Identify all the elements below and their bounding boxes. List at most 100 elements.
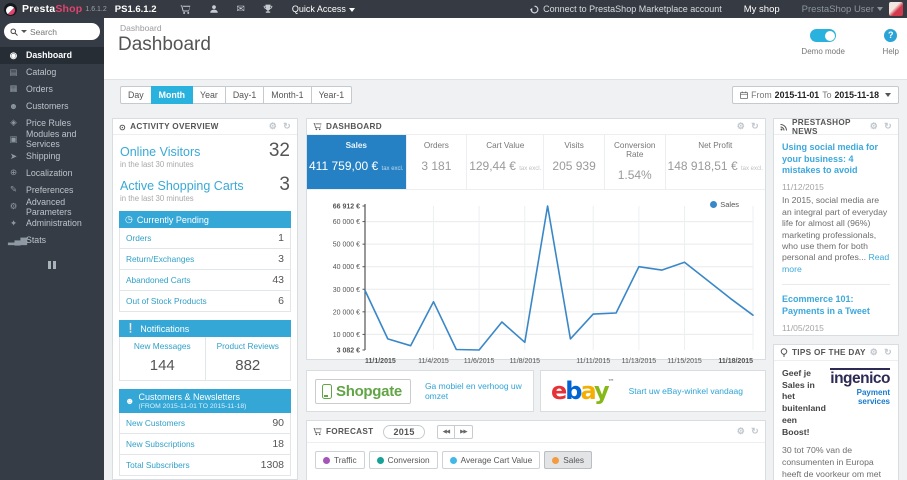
panel-refresh-icon[interactable]: ↻	[884, 347, 892, 358]
date-range-tabs: Day Month Year Day-1 Month-1 Year-1	[120, 86, 353, 104]
forecast-legend-sales[interactable]: Sales	[544, 451, 592, 469]
currently-pending-header: ◷ Currently Pending	[119, 211, 291, 228]
panel-settings-gear-icon[interactable]: ⚙	[870, 347, 878, 358]
currently-pending-table: Orders 1 Return/Exchanges 3 Abandoned Cart…	[119, 228, 291, 312]
tab-day[interactable]: Day	[120, 86, 152, 104]
tab-year[interactable]: Year	[192, 86, 226, 104]
forecast-prev-button[interactable]: ◀◀	[436, 424, 456, 439]
date-to: 2015-11-18	[834, 90, 879, 100]
user-menu[interactable]: PrestaShop User	[802, 4, 883, 15]
panel-settings-gear-icon[interactable]: ⚙	[269, 121, 277, 132]
forecast-year-pill[interactable]: 2015	[383, 424, 425, 439]
table-row: Orders 1	[120, 228, 290, 249]
svg-text:11/4/2015: 11/4/2015	[418, 358, 449, 365]
online-visitors-label[interactable]: Online Visitors	[120, 145, 200, 159]
sidebar-item-customers[interactable]: ☻ Customers	[0, 97, 104, 114]
quick-access-menu[interactable]: Quick Access	[292, 4, 355, 14]
out-of-stock-link[interactable]: Out of Stock Products	[126, 296, 207, 306]
preferences-icon: ✎	[9, 184, 18, 195]
news-article-date: 11/12/2015	[782, 182, 824, 193]
kpi-conversion-rate[interactable]: Conversion Rate 1.54%	[605, 135, 666, 189]
product-reviews-link[interactable]: Product Reviews	[208, 341, 289, 351]
forecast-legend-conversion[interactable]: Conversion	[368, 451, 438, 469]
sidebar-item-catalog[interactable]: ▤ Catalog	[0, 64, 104, 81]
chart-legend[interactable]: Sales	[710, 200, 739, 209]
mail-icon[interactable]: ✉	[237, 4, 245, 15]
panel-settings-gear-icon[interactable]: ⚙	[737, 426, 745, 437]
shipping-icon: ➤	[9, 150, 18, 161]
shopgate-ad-link[interactable]: Ga mobiel en verhoog uw omzet	[425, 381, 533, 401]
localization-icon: ⊕	[9, 167, 18, 178]
date-range-picker[interactable]: From 2015-11-01 To 2015-11-18	[732, 86, 899, 104]
sidebar-item-localization[interactable]: ⊕ Localization	[0, 165, 104, 182]
tab-day-1[interactable]: Day-1	[224, 86, 265, 104]
forecast-legend-average-cart-value[interactable]: Average Cart Value	[441, 451, 541, 469]
search-input[interactable]	[30, 26, 88, 37]
sidebar-item-modules[interactable]: ▣ Modules and Services	[0, 129, 104, 149]
prestashop-logo-icon[interactable]	[4, 2, 17, 16]
tab-month[interactable]: Month	[150, 86, 194, 104]
news-article-title[interactable]: Using social media for your business: 4 …	[782, 142, 890, 177]
new-subscriptions-link[interactable]: New Subscriptions	[126, 439, 195, 449]
trolley-icon	[313, 122, 322, 131]
tip-body: 30 tot 70% van de consumenten in Europa …	[782, 445, 881, 479]
sidebar-item-shipping[interactable]: ➤ Shipping	[0, 148, 104, 165]
tip-headline: Geef je Sales in het buitenland een Boos…	[782, 368, 826, 437]
product-reviews-cell: Product Reviews 882	[204, 337, 291, 380]
kpi-orders[interactable]: Orders 3 181	[407, 135, 468, 189]
chevron-down-icon	[877, 6, 883, 11]
total-subscribers-link[interactable]: Total Subscribers	[126, 460, 190, 470]
table-row: Abandoned Carts 43	[120, 270, 290, 291]
cart-icon[interactable]	[180, 4, 191, 15]
breadcrumb[interactable]: Dashboard	[120, 23, 162, 33]
pending-returns-link[interactable]: Return/Exchanges	[126, 254, 194, 264]
sidebar-item-dashboard[interactable]: ◉ Dashboard	[0, 47, 104, 64]
kpi-visits[interactable]: Visits 205 939	[544, 135, 605, 189]
tab-month-1[interactable]: Month-1	[263, 86, 312, 104]
ingenico-logo: ingenico Payment services	[830, 368, 890, 407]
ebay-ad-link[interactable]: Start uw eBay-winkel vandaag	[629, 386, 743, 396]
panel-refresh-icon[interactable]: ↻	[751, 426, 759, 437]
marketplace-connect-link[interactable]: Connect to PrestaShop Marketplace accoun…	[530, 4, 722, 14]
news-article: Ecommerce 101: Payments in a Tweet 11/05…	[782, 294, 890, 335]
kpi-cart-value[interactable]: Cart Value 129,44 € tax excl.	[467, 135, 545, 189]
trophy-icon[interactable]	[263, 4, 273, 14]
pending-orders-link[interactable]: Orders	[126, 233, 151, 243]
online-visitors: Online Visitors 32 in the last 30 minutes	[120, 140, 290, 169]
sidebar-item-advanced-parameters[interactable]: ⚙ Advanced Parameters	[0, 197, 104, 217]
search-scope-caret-icon[interactable]	[21, 30, 27, 33]
panel-refresh-icon[interactable]: ↻	[884, 121, 892, 132]
tab-year-1[interactable]: Year-1	[310, 86, 353, 104]
forecast-next-button[interactable]: ▶▶	[454, 424, 473, 439]
kpi-net-profit[interactable]: Net Profit 148 918,51 € tax excl.	[666, 135, 765, 189]
abandoned-carts-link[interactable]: Abandoned Carts	[126, 275, 191, 285]
demo-mode-toggle[interactable]	[810, 29, 837, 42]
average-cart-value-dot-icon	[449, 456, 457, 464]
avatar[interactable]	[889, 2, 903, 16]
phone-icon	[322, 383, 332, 399]
new-messages-link[interactable]: New Messages	[122, 341, 203, 351]
news-article-title[interactable]: Ecommerce 101: Payments in a Tweet	[782, 294, 890, 317]
version-small: 1.6.1.2	[85, 5, 107, 13]
sidebar-item-orders[interactable]: ▦ Orders	[0, 81, 104, 98]
sidebar: ◉Dashboard ▤Catalog ▦Orders ☻Customers ◈…	[0, 18, 104, 480]
active-shopping-carts: Active Shopping Carts 3 in the last 30 mi…	[120, 174, 290, 203]
administration-icon: ✦	[9, 217, 18, 228]
panel-title: ACTIVITY OVERVIEW	[130, 122, 219, 131]
catalog-icon: ▤	[9, 66, 18, 77]
panel-settings-gear-icon[interactable]: ⚙	[870, 121, 878, 132]
date-from: 2015-11-01	[774, 90, 820, 100]
new-customers-link[interactable]: New Customers	[126, 418, 185, 428]
panel-settings-gear-icon[interactable]: ⚙	[737, 121, 745, 132]
sidebar-collapse-button[interactable]	[46, 260, 58, 269]
active-carts-label[interactable]: Active Shopping Carts	[120, 179, 244, 193]
panel-refresh-icon[interactable]: ↻	[751, 121, 759, 132]
forecast-legend-traffic[interactable]: Traffic	[315, 451, 365, 469]
user-icon[interactable]	[209, 4, 219, 14]
panel-refresh-icon[interactable]: ↻	[283, 121, 291, 132]
sidebar-item-stats[interactable]: ▂▄▆ Stats	[0, 232, 104, 249]
help-icon[interactable]: ?	[884, 29, 898, 42]
kpi-sales[interactable]: Sales 411 759,00 € tax excl.	[307, 135, 407, 189]
my-shop-link[interactable]: My shop	[744, 4, 780, 15]
sidebar-item-administration[interactable]: ✦ Administration	[0, 215, 104, 232]
